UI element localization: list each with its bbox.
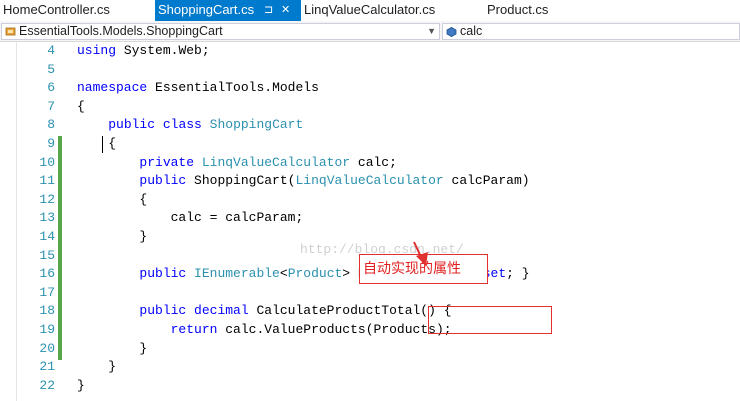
tab-product[interactable]: Product.cs <box>481 0 601 21</box>
tab-shoppingcart[interactable]: ShoppingCart.cs ⊐ ✕ <box>155 0 301 21</box>
member-dropdown[interactable]: calc <box>442 23 740 40</box>
tab-label: HomeController.cs <box>3 2 110 17</box>
field-icon <box>446 27 457 37</box>
class-icon <box>5 27 16 36</box>
type-dropdown-value: EssentialTools.Models.ShoppingCart <box>19 24 223 38</box>
pin-icon[interactable]: ⊐ <box>264 0 273 20</box>
tab-label: Product.cs <box>487 2 549 17</box>
close-icon[interactable]: ✕ <box>281 0 290 20</box>
tab-linqvaluecalculator[interactable]: LinqValueCalculator.cs <box>301 0 481 21</box>
tab-label: LinqValueCalculator.cs <box>304 2 436 17</box>
navigation-bar: EssentialTools.Models.ShoppingCart ▼ cal… <box>0 21 740 42</box>
chevron-down-icon: ▼ <box>427 26 436 36</box>
tab-label: ShoppingCart.cs <box>158 2 255 17</box>
type-dropdown[interactable]: EssentialTools.Models.ShoppingCart ▼ <box>1 23 440 40</box>
document-tab-bar: HomeController.cs ShoppingCart.cs ⊐ ✕ Li… <box>0 0 740 22</box>
annotation-arrow <box>413 241 428 266</box>
code-editor[interactable]: 4 using System.Web; 5 6 namespace EssentialT… <box>0 42 740 401</box>
member-dropdown-value: calc <box>460 24 483 38</box>
tab-homecontroller[interactable]: HomeController.cs <box>0 0 155 21</box>
